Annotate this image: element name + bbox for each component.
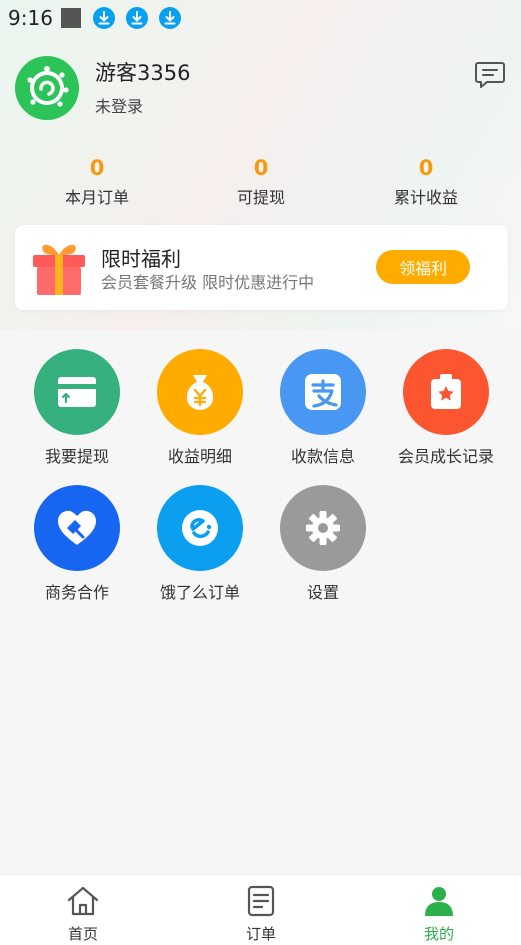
user-icon [425,887,453,916]
handshake-heart-icon [34,485,120,571]
grid-item-label: 我要提现 [44,447,109,466]
grid-item-label: 设置 [306,583,339,602]
tab-mine[interactable]: 我的 [389,885,489,944]
alipay-icon [280,349,366,435]
login-status[interactable]: 未登录 [95,93,190,117]
tab-label: 首页 [67,925,98,943]
stat-label: 累计收益 [393,188,458,207]
grid-item-payment-info[interactable]: 收款信息 [258,349,388,467]
claim-benefit-button[interactable]: 领福利 [376,250,470,284]
grid-item-eleme-orders[interactable]: 饿了么订单 [135,485,265,603]
stat-total-earnings[interactable]: 0 累计收益 [356,156,496,208]
stat-value: 0 [418,156,434,180]
promo-banner[interactable]: 限时福利 会员套餐升级 限时优惠进行中 领福利 [15,225,508,310]
tab-orders[interactable]: 订单 [211,885,311,944]
notification-square-icon [60,8,81,28]
profile-header[interactable]: 游客3356 未登录 [15,56,190,120]
status-bar: 9:16 [0,0,521,36]
tab-label: 我的 [423,925,454,943]
badge-icon [403,349,489,435]
stat-monthly-orders[interactable]: 0 本月订单 [27,156,167,208]
card-icon [34,349,120,435]
grid-item-label: 商务合作 [44,583,109,602]
stat-withdrawable[interactable]: 0 可提现 [191,156,331,208]
grid-item-label: 饿了么订单 [159,583,240,602]
grid-item-settings[interactable]: 设置 [258,485,388,603]
grid-item-label: 收款信息 [290,447,355,466]
stat-value: 0 [89,156,105,180]
username: 游客3356 [95,61,191,85]
banner-title: 限时福利 [101,247,181,271]
stat-label: 本月订单 [64,188,129,207]
download-icon [125,7,148,29]
bottom-tab-bar: 首页 订单 我的 [0,874,521,945]
grid-item-label: 收益明细 [167,447,232,466]
message-icon[interactable] [474,60,506,90]
home-icon [67,886,99,916]
download-icon [92,7,115,29]
eleme-icon [157,485,243,571]
avatar[interactable] [15,56,79,120]
status-time: 9:16 [8,6,53,30]
gear-icon [280,485,366,571]
grid-item-label: 会员成长记录 [397,447,494,466]
grid-item-member-growth[interactable]: 会员成长记录 [381,349,511,467]
money-bag-icon [157,349,243,435]
gift-icon [29,239,89,297]
download-icon [158,7,181,29]
stat-value: 0 [253,156,269,180]
list-icon [247,885,275,917]
grid-item-withdraw[interactable]: 我要提现 [12,349,142,467]
tab-home[interactable]: 首页 [33,885,133,944]
tab-label: 订单 [245,925,276,943]
stat-label: 可提现 [236,188,285,207]
grid-item-business-cooperation[interactable]: 商务合作 [12,485,142,603]
grid-item-earnings-detail[interactable]: 收益明细 [135,349,265,467]
banner-subtitle: 会员套餐升级 限时优惠进行中 [101,273,315,292]
